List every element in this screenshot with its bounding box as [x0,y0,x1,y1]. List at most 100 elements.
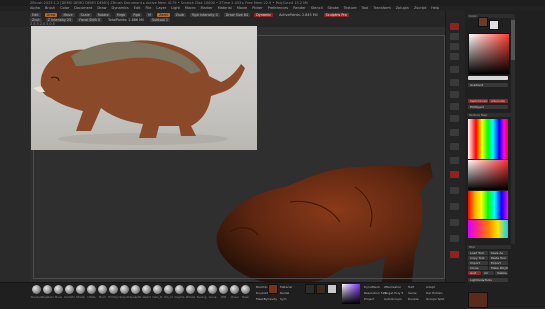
stroke-swatch[interactable] [327,284,337,294]
spectrum-gradient[interactable] [468,119,508,159]
texture-map-header[interactable]: Texture Map [467,113,511,117]
scale-button[interactable]: Scale [78,13,92,17]
del-hidden-button[interactable]: Del Hidden [426,291,443,295]
paste-tool-button[interactable]: Paste Tool [489,256,508,260]
dock-button-10[interactable] [450,129,459,136]
dock-button-18[interactable] [450,251,459,258]
dock-button-13[interactable] [450,171,459,178]
goz-button[interactable]: GoZ [468,271,481,275]
brush-trimdyn-icon[interactable] [109,285,118,294]
lightbox-tools-button[interactable]: Lightbox▸Tools [468,278,508,282]
zadd-button[interactable]: Zadd [156,13,170,17]
dock-button-9[interactable] [450,115,459,122]
brush-claytub-icon[interactable] [175,285,184,294]
main-color-swatch[interactable] [478,17,488,27]
rgb-button[interactable]: Rgb [131,13,143,17]
subtool-indicator[interactable]: Subtool 1 [149,18,171,22]
copy-tool-button[interactable]: Copy Tool [468,256,488,260]
mrgb-button[interactable]: Mrgb [114,13,128,17]
brush-claybuild-icon[interactable] [43,285,52,294]
brush-damstd-icon[interactable] [65,285,74,294]
dock-button-15[interactable] [450,203,459,210]
brush-imm-icon[interactable] [219,285,228,294]
texture-swatch[interactable] [305,284,315,294]
brush-mask-icon[interactable] [241,285,250,294]
dynamic-toggle[interactable]: Dynamic [254,13,274,17]
export-button[interactable]: Export [489,261,508,265]
load-tool-button[interactable]: Load Tool [468,251,488,255]
brush-pinch-icon[interactable] [98,285,107,294]
draw-button[interactable]: Draw [44,13,58,17]
dock-button-2[interactable] [450,33,459,40]
visible-button[interactable]: Visible [495,271,508,275]
dock-button-14[interactable] [450,187,459,194]
brush-dam_st-icon[interactable] [153,285,162,294]
dock-button-8[interactable] [450,103,459,110]
all-button[interactable]: All [482,271,494,275]
focal-shift-slider[interactable]: Focal Shift 0 [77,18,103,22]
brush-zmodel-icon[interactable] [186,285,195,294]
color-panel-header[interactable]: Color [467,14,511,18]
alpha-swatch[interactable] [316,284,326,294]
target-poly-slider[interactable]: Target Poly 5 [384,291,403,295]
shelf-color-picker[interactable] [342,284,360,304]
brush-curve-icon[interactable] [208,285,217,294]
dock-button-12[interactable] [450,157,459,164]
sculptris-pro-button[interactable]: Sculptris Pro [323,13,349,17]
alternate-button[interactable]: Alternate [489,99,508,103]
brush-move-icon[interactable] [54,285,63,294]
gradient-toggle[interactable]: Gradient [468,83,508,87]
dock-button-3[interactable] [450,43,459,50]
brush-topolog-icon[interactable] [197,285,206,294]
color-picker[interactable] [468,33,510,75]
zsub-button[interactable]: Zsub [173,13,187,17]
panel-scrollbar-thumb[interactable] [511,20,515,60]
dock-button-5[interactable] [450,66,459,73]
save-as-button[interactable]: Save As [489,251,508,255]
resolution-slider[interactable]: Resolution 512 [364,291,386,295]
move-button[interactable]: Move [61,13,75,17]
project-button[interactable]: Project [364,297,374,301]
rotate-button[interactable]: Rotate [95,13,111,17]
double-button[interactable]: Double [408,297,419,301]
rgb-intensity-slider[interactable]: Rgb Intensity 0 [190,13,220,17]
brush-hpolish-icon[interactable] [76,285,85,294]
saturation-gradient[interactable] [468,160,508,190]
dock-button-17[interactable] [450,235,459,242]
fill-object-button[interactable]: FillObject [468,105,508,109]
import-button[interactable]: Import [468,261,488,265]
brush-snakehk-icon[interactable] [131,285,140,294]
tool-panel-header[interactable]: Tool [467,245,511,249]
brush-inflate-icon[interactable] [87,285,96,294]
dock-button-11[interactable] [450,143,459,150]
edit-button[interactable]: Edit [30,13,41,17]
dock-button-4[interactable] [450,53,459,60]
brush-standard-icon[interactable] [32,285,41,294]
hue-strip-2[interactable] [468,220,508,238]
dock-button-1[interactable] [450,23,459,30]
half-button[interactable]: Half [408,285,414,289]
switch-color-button[interactable]: SwitchColor [468,99,488,103]
same-button[interactable]: Same [408,291,417,295]
auto-groups-toggle[interactable]: AutoGroups [384,297,402,301]
mask-by-cavity-toggle[interactable]: MaskByCavity [256,297,277,301]
dynamesh-button[interactable]: DynaMesh [364,285,380,289]
brush-chisel-icon[interactable] [230,285,239,294]
sym-toggle[interactable]: Sym [280,297,287,301]
dock-button-6[interactable] [450,79,459,86]
groups-split-button[interactable]: Groups Split [426,297,444,301]
brush-slash3-icon[interactable] [142,285,151,294]
secondary-color-swatch[interactable] [489,20,499,30]
brush-smooth-icon[interactable] [120,285,129,294]
zremesher-button[interactable]: ZRemesher [384,285,401,289]
tool-thumbnail[interactable] [468,292,488,308]
clone-button[interactable]: Clone [468,266,488,270]
make-polymesh-button[interactable]: Make PolyMesh3D [489,266,508,270]
color-value-bar[interactable] [468,76,508,80]
hue-strip[interactable] [468,191,508,219]
adapt-toggle[interactable]: Adapt [426,285,435,289]
m-button[interactable]: M [146,13,153,17]
material-swatch[interactable] [268,284,278,294]
dock-button-7[interactable] [450,91,459,98]
draw-size-slider[interactable]: Draw Size 64 [223,13,251,17]
